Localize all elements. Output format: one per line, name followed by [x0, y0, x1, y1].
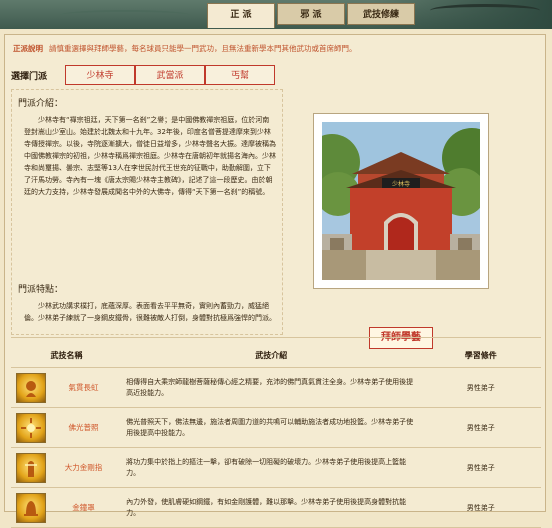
- table-row[interactable]: 金鐘罩 內力外發，使肌膚硬如鋼鐵，有如金剛護體，難以那擊。少林寺弟子使用後提高身…: [11, 487, 541, 528]
- skill-name-cell: 氣貫長虹: [11, 367, 123, 408]
- skill-condition: 男性弟子: [420, 447, 541, 488]
- skills-table: 武技名稱 武技介紹 學習條件 氣貫長虹 相傳得自大乘宗師龍樹菩薩秘傳心經之精要，…: [11, 343, 541, 528]
- column-header-skill-intro: 武技介紹: [122, 343, 421, 368]
- features-heading: 門派特點：: [18, 285, 64, 295]
- skill-condition: 男性弟子: [420, 407, 541, 448]
- temple-image-frame: 少林寺: [313, 113, 489, 289]
- intro-body: 少林寺有“禪宗祖廷，天下第一名剎”之譽；是中國佛教禪宗祖庭，位於河南登封嵩山少室…: [24, 116, 276, 196]
- tab-evil[interactable]: 邪 派: [277, 3, 345, 25]
- top-banner: 正 派 邪 派 武技修練: [0, 0, 552, 29]
- section-divider: [11, 337, 541, 338]
- table-row[interactable]: 佛光普照 佛光普照天下，佛法無邊，施法者周圍力道的共鳴可以輔助施法者成功地投籃。…: [11, 407, 541, 448]
- skill-name-cell: 大力金剛指: [11, 447, 123, 488]
- column-header-skill-name: 武技名稱: [11, 343, 123, 368]
- table-row[interactable]: 大力金剛指 將功力集中於指上的摳注一擊，卻有破除一切阻礙的破壞力。少林寺弟子使用…: [11, 447, 541, 488]
- skill-intro: 將功力集中於指上的摳注一擊，卻有破除一切阻礙的破壞力。少林寺弟子使用後提高上籃能…: [122, 447, 421, 488]
- description-text: 請慎重選擇與拜師學藝，每名球員只能學一門武功，且無法重新學本門其他武功或首席師門…: [49, 44, 357, 53]
- skill-name: 金鐘罩: [72, 503, 95, 512]
- table-row[interactable]: 氣貫長虹 相傳得自大乘宗師龍樹菩薩秘傳心經之精要，充沛的佛門真氣貫注全身。少林寺…: [11, 367, 541, 408]
- skill-name: 氣貫長虹: [68, 383, 99, 392]
- skill-condition: 男性弟子: [420, 367, 541, 408]
- faction-description: 正派說明 請慎重選擇與拜師學藝，每名球員只能學一門武功，且無法重新學本門其他武功或…: [13, 43, 357, 54]
- skill-intro: 佛光普照天下，佛法無邊，施法者周圍力道的共鳴可以輔助施法者成功地投籃。少林寺弟子…: [122, 407, 421, 448]
- description-label: 正派說明: [13, 44, 43, 53]
- golden-bell-icon: [16, 492, 46, 523]
- column-header-condition: 學習條件: [420, 343, 541, 368]
- sect-info-panel: 門派介紹： 少林寺有“禪宗祖廷，天下第一名剎”之譽；是中國佛教禪宗祖庭，位於河南…: [11, 89, 283, 335]
- temple-illustration: 少林寺: [322, 122, 480, 280]
- skill-name: 大力金剛指: [64, 463, 103, 472]
- sect-option-beggars[interactable]: 丐幫: [205, 65, 275, 85]
- svg-text:少林寺: 少林寺: [392, 180, 410, 188]
- diamond-palm-icon: [16, 452, 46, 483]
- fire-fist-icon: [16, 372, 46, 403]
- radiance-icon: [16, 412, 46, 443]
- sect-option-wudang[interactable]: 武當派: [135, 65, 205, 85]
- sect-selector: 選擇门派 少林寺 武當派 丐幫: [11, 63, 283, 87]
- tab-martial-training[interactable]: 武技修練: [347, 3, 415, 25]
- skill-condition: 男性弟子: [420, 487, 541, 528]
- main-panel: 正派說明 請慎重選擇與拜師學藝，每名球員只能學一門武功，且無法重新學本門其他武功或…: [4, 34, 546, 528]
- sect-image-panel: 少林寺 拜師學藝: [289, 63, 541, 349]
- shaolin-temple-image: 少林寺: [322, 122, 480, 280]
- skills-table-header: 武技名稱 武技介紹 學習條件: [11, 343, 541, 368]
- faction-tabs: 正 派 邪 派 武技修練: [207, 3, 417, 28]
- skill-name: 佛光普照: [68, 423, 99, 432]
- features-body: 少林武功講求樸打，底蘊深厚。表面看去平平無奇，實則內蓄勁力，威猛絕倫。少林弟子練…: [24, 302, 276, 322]
- skill-name-cell: 金鐘罩: [11, 487, 123, 528]
- sect-option-shaolin[interactable]: 少林寺: [65, 65, 135, 85]
- tab-righteous[interactable]: 正 派: [207, 3, 275, 28]
- banner-roof-decoration: [60, 10, 190, 20]
- banner-temple-roof: [430, 4, 540, 17]
- intro-heading: 門派介紹：: [18, 99, 64, 109]
- skill-intro: 相傳得自大乘宗師龍樹菩薩秘傳心經之精要，充沛的佛門真氣貫注全身。少林寺弟子使用後…: [122, 367, 421, 408]
- skill-name-cell: 佛光普照: [11, 407, 123, 448]
- skill-intro: 內力外發，使肌膚硬如鋼鐵，有如金剛護體，難以那擊。少林寺弟子使用後提高身體對抗能…: [122, 487, 421, 528]
- sect-selector-label: 選擇门派: [11, 71, 48, 82]
